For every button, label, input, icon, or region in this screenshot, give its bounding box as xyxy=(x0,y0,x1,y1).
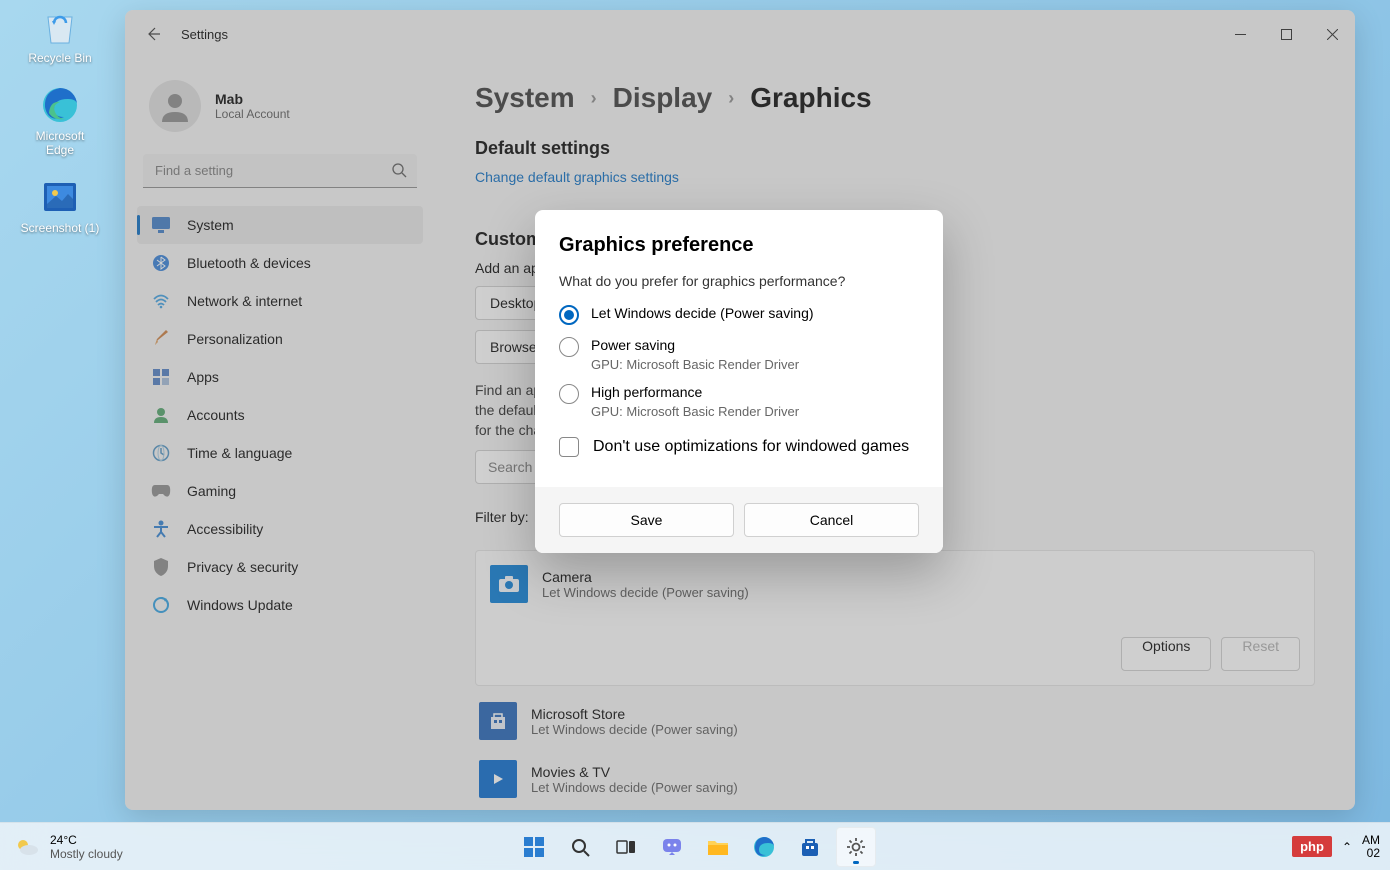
temperature: 24°C xyxy=(50,833,123,847)
recycle-bin-icon xyxy=(38,5,82,49)
radio-icon xyxy=(559,305,579,325)
desktop-icon-label: Microsoft Edge xyxy=(20,129,100,157)
start-button[interactable] xyxy=(514,827,554,867)
desktop: Recycle Bin Microsoft Edge Screenshot (1… xyxy=(0,0,120,253)
radio-sublabel: GPU: Microsoft Basic Render Driver xyxy=(591,357,799,372)
taskbar-store[interactable] xyxy=(790,827,830,867)
taskbar-settings[interactable] xyxy=(836,827,876,867)
radio-label: Power saving xyxy=(591,337,799,353)
checkbox-label: Don't use optimizations for windowed gam… xyxy=(593,438,909,456)
tray-time: AM xyxy=(1362,834,1380,847)
save-button[interactable]: Save xyxy=(559,503,734,537)
php-badge: php xyxy=(1292,836,1332,857)
image-file-icon xyxy=(38,175,82,219)
desktop-icon-label: Recycle Bin xyxy=(20,51,100,65)
graphics-preference-dialog: Graphics preference What do you prefer f… xyxy=(535,210,943,553)
desktop-icon-edge[interactable]: Microsoft Edge xyxy=(20,83,100,157)
desktop-icon-label: Screenshot (1) xyxy=(20,221,100,235)
dialog-question: What do you prefer for graphics performa… xyxy=(559,273,919,289)
radio-high-performance[interactable]: High performance GPU: Microsoft Basic Re… xyxy=(559,384,919,419)
radio-label: Let Windows decide (Power saving) xyxy=(591,305,814,321)
desktop-icon-screenshot[interactable]: Screenshot (1) xyxy=(20,175,100,235)
radio-sublabel: GPU: Microsoft Basic Render Driver xyxy=(591,404,799,419)
taskbar-search[interactable] xyxy=(560,827,600,867)
taskbar-chat[interactable] xyxy=(652,827,692,867)
taskbar: 24°C Mostly cloudy php ⌃ AM 02 xyxy=(0,822,1390,870)
desktop-icon-recycle-bin[interactable]: Recycle Bin xyxy=(20,5,100,65)
tray-date: 02 xyxy=(1362,847,1380,860)
radio-icon xyxy=(559,384,579,404)
edge-icon xyxy=(38,83,82,127)
tray-chevron-icon[interactable]: ⌃ xyxy=(1342,840,1352,854)
checkbox-windowed-optimization[interactable]: Don't use optimizations for windowed gam… xyxy=(559,437,919,457)
checkbox-icon xyxy=(559,437,579,457)
cancel-button[interactable]: Cancel xyxy=(744,503,919,537)
radio-power-saving[interactable]: Power saving GPU: Microsoft Basic Render… xyxy=(559,337,919,372)
radio-icon xyxy=(559,337,579,357)
dialog-title: Graphics preference xyxy=(559,234,919,257)
taskbar-explorer[interactable] xyxy=(698,827,738,867)
weather-desc: Mostly cloudy xyxy=(50,847,123,861)
radio-let-windows-decide[interactable]: Let Windows decide (Power saving) xyxy=(559,305,919,325)
taskbar-edge[interactable] xyxy=(744,827,784,867)
weather-icon xyxy=(14,834,40,860)
taskbar-taskview[interactable] xyxy=(606,827,646,867)
taskbar-weather[interactable]: 24°C Mostly cloudy xyxy=(0,833,123,861)
radio-label: High performance xyxy=(591,384,799,400)
